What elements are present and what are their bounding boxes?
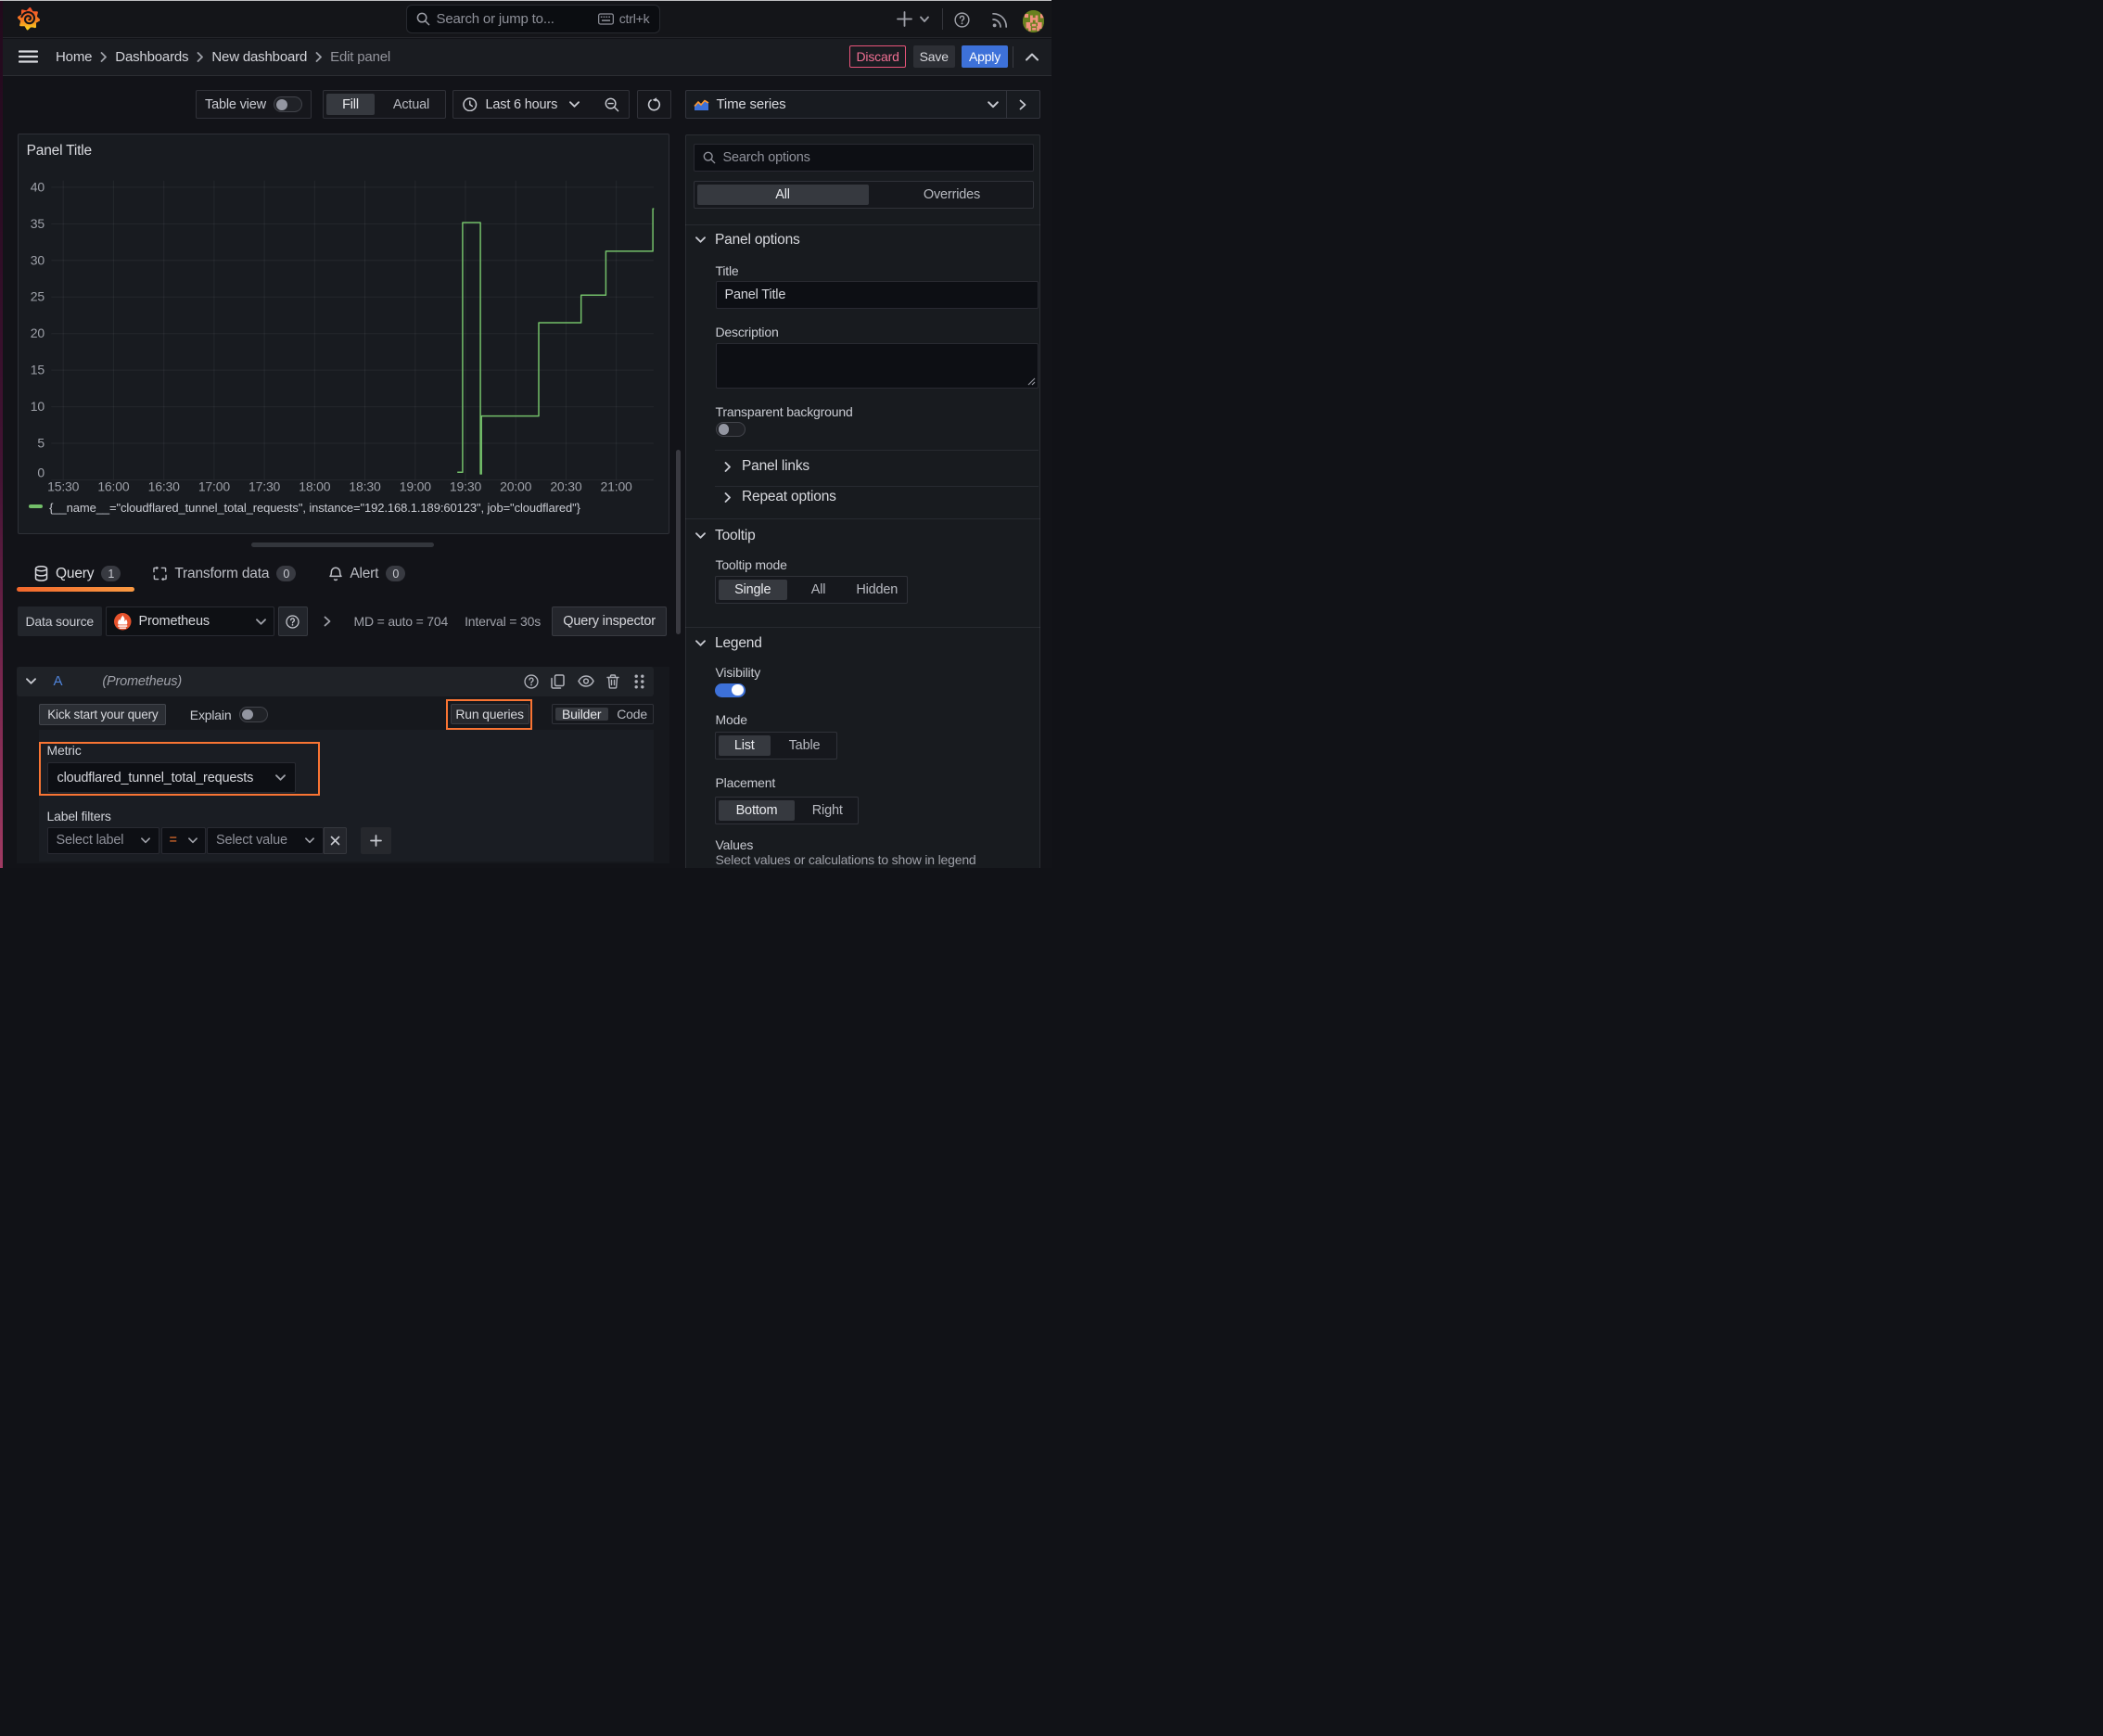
svg-text:15:30: 15:30 <box>47 479 80 493</box>
svg-text:0: 0 <box>37 465 45 479</box>
svg-text:16:00: 16:00 <box>97 479 130 493</box>
svg-text:21:00: 21:00 <box>600 479 632 493</box>
svg-text:40: 40 <box>30 179 45 194</box>
svg-text:35: 35 <box>30 215 45 230</box>
svg-text:20:00: 20:00 <box>500 479 532 493</box>
svg-text:10: 10 <box>30 399 45 414</box>
svg-text:25: 25 <box>30 288 45 303</box>
svg-text:18:00: 18:00 <box>299 479 331 493</box>
svg-text:19:00: 19:00 <box>399 479 431 493</box>
svg-text:5: 5 <box>37 435 45 450</box>
svg-text:18:30: 18:30 <box>349 479 381 493</box>
svg-text:16:30: 16:30 <box>147 479 180 493</box>
svg-text:15: 15 <box>30 362 45 377</box>
svg-text:20:30: 20:30 <box>550 479 582 493</box>
svg-text:17:30: 17:30 <box>249 479 281 493</box>
svg-text:20: 20 <box>30 326 45 340</box>
svg-text:30: 30 <box>30 252 45 267</box>
svg-text:17:00: 17:00 <box>198 479 230 493</box>
svg-text:19:30: 19:30 <box>450 479 482 493</box>
